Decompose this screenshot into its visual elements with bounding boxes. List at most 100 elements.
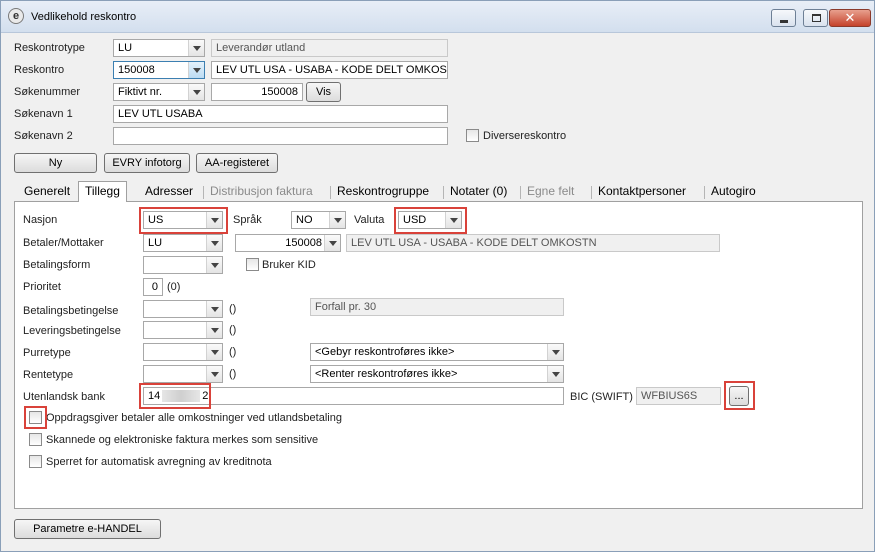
leveringsbetingelse-label: Leveringsbetingelse bbox=[23, 325, 121, 337]
leveringsbetingelse-text: () bbox=[229, 324, 237, 336]
tillegg-panel: Nasjon US Språk NO Valuta USD Betaler/Mo… bbox=[14, 201, 863, 509]
diversereskontro-label: Diversereskontro bbox=[483, 130, 567, 142]
maximize-icon bbox=[812, 14, 821, 22]
chevron-down-icon[interactable] bbox=[188, 40, 204, 56]
purretype-option-select[interactable]: <Gebyr reskontroføres ikke> bbox=[310, 343, 564, 361]
purretype-select[interactable] bbox=[143, 343, 223, 361]
rentetype-select[interactable] bbox=[143, 365, 223, 383]
main-window: e Vedlikehold reskontro ✕ Reskontrotype … bbox=[0, 0, 875, 552]
chevron-down-icon[interactable] bbox=[547, 366, 563, 382]
bic-swift-label: BIC (SWIFT) bbox=[570, 391, 633, 403]
nasjon-label: Nasjon bbox=[23, 214, 58, 226]
ny-button[interactable]: Ny bbox=[14, 153, 97, 173]
prioritet-label: Prioritet bbox=[23, 281, 61, 293]
sprak-select[interactable]: NO bbox=[291, 211, 346, 229]
highlight-box bbox=[24, 406, 47, 429]
betalingsbetingelse-select[interactable] bbox=[143, 300, 223, 318]
sokenavn1-field[interactable]: LEV UTL USABA bbox=[113, 105, 448, 123]
highlight-box bbox=[724, 381, 755, 410]
tab-generelt[interactable]: Generelt bbox=[24, 184, 70, 201]
sprak-label: Språk bbox=[233, 214, 262, 226]
rentetype-option-select[interactable]: <Renter reskontroføres ikke> bbox=[310, 365, 564, 383]
sokenummer-type-value: Fiktivt nr. bbox=[118, 86, 163, 98]
tab-separator bbox=[443, 186, 444, 199]
bruker-kid-checkbox[interactable] bbox=[246, 258, 259, 271]
chevron-down-icon[interactable] bbox=[206, 235, 222, 251]
chevron-down-icon[interactable] bbox=[324, 235, 340, 251]
betalingsform-label: Betalingsform bbox=[23, 259, 91, 271]
reskontrotype-select[interactable]: LU bbox=[113, 39, 205, 57]
chevron-down-icon[interactable] bbox=[206, 257, 222, 273]
betalingsbetingelse-text: () bbox=[229, 303, 237, 315]
sokenavn2-label: Søkenavn 2 bbox=[14, 130, 73, 142]
diversereskontro-checkbox[interactable] bbox=[466, 129, 479, 142]
reskontro-value: 150008 bbox=[118, 64, 155, 76]
maximize-button[interactable] bbox=[803, 9, 828, 27]
highlight-box bbox=[139, 383, 211, 409]
sensitive-faktura-checkbox[interactable] bbox=[29, 433, 42, 446]
purretype-text: () bbox=[229, 346, 237, 358]
reskontrotype-description: Leverandør utland bbox=[211, 39, 448, 57]
aa-registeret-button[interactable]: AA-registeret bbox=[196, 153, 278, 173]
reskontro-name-field[interactable]: LEV UTL USA - USABA - KODE DELT OMKOSTN bbox=[211, 61, 448, 79]
tab-adresser[interactable]: Adresser bbox=[145, 184, 193, 201]
sensitive-faktura-label: Skannede og elektroniske faktura merkes … bbox=[46, 434, 319, 446]
tab-reskontrogruppe[interactable]: Reskontrogruppe bbox=[337, 184, 429, 201]
minimize-icon bbox=[780, 20, 788, 23]
tab-egne-felt[interactable]: Egne felt bbox=[527, 184, 574, 201]
betaler-description: LEV UTL USA - USABA - KODE DELT OMKOSTN bbox=[346, 234, 720, 252]
chevron-down-icon[interactable] bbox=[206, 344, 222, 360]
sperret-avregning-checkbox[interactable] bbox=[29, 455, 42, 468]
chevron-down-icon[interactable] bbox=[206, 322, 222, 338]
sprak-value: NO bbox=[296, 214, 313, 226]
betalingsbetingelse-description: Forfall pr. 30 bbox=[310, 298, 564, 316]
highlight-box bbox=[394, 207, 467, 234]
chevron-down-icon[interactable] bbox=[206, 301, 222, 317]
evry-infotorg-button[interactable]: EVRY infotorg bbox=[104, 153, 190, 173]
purretype-label: Purretype bbox=[23, 347, 71, 359]
window-title: Vedlikehold reskontro bbox=[31, 11, 137, 23]
sokenummer-field[interactable]: 150008 bbox=[211, 83, 303, 101]
sokenavn2-field[interactable] bbox=[113, 127, 448, 145]
reskontro-select[interactable]: 150008 bbox=[113, 61, 205, 79]
close-icon: ✕ bbox=[844, 10, 856, 25]
tab-kontaktpersoner[interactable]: Kontaktpersoner bbox=[598, 184, 686, 201]
chevron-down-icon[interactable] bbox=[188, 84, 204, 100]
chevron-down-icon[interactable] bbox=[329, 212, 345, 228]
rentetype-label: Rentetype bbox=[23, 369, 74, 381]
chevron-down-icon[interactable] bbox=[188, 62, 204, 78]
title-bar[interactable]: e Vedlikehold reskontro ✕ bbox=[1, 1, 874, 33]
tab-tillegg[interactable]: Tillegg bbox=[78, 181, 127, 202]
sokenummer-type-select[interactable]: Fiktivt nr. bbox=[113, 83, 205, 101]
betalingsform-select[interactable] bbox=[143, 256, 223, 274]
reskontro-label: Reskontro bbox=[14, 64, 65, 76]
app-logo-icon: e bbox=[8, 8, 24, 24]
betaler-type-value: LU bbox=[148, 237, 163, 249]
bruker-kid-label: Bruker KID bbox=[262, 259, 316, 271]
chevron-down-icon[interactable] bbox=[206, 366, 222, 382]
highlight-box bbox=[139, 207, 228, 234]
chevron-down-icon[interactable] bbox=[547, 344, 563, 360]
reskontrotype-value: LU bbox=[118, 42, 133, 54]
betaler-type-select[interactable]: LU bbox=[143, 234, 223, 252]
rentetype-option-value: <Renter reskontroføres ikke> bbox=[315, 368, 458, 380]
oppdragsgiver-betaler-label: Oppdragsgiver betaler alle omkostninger … bbox=[46, 412, 342, 424]
tab-separator bbox=[203, 186, 204, 199]
sperret-avregning-label: Sperret for automatisk avregning av kred… bbox=[46, 456, 272, 468]
tab-notater[interactable]: Notater (0) bbox=[450, 184, 507, 201]
betaler-number-select[interactable]: 150008 bbox=[235, 234, 341, 252]
sokenummer-label: Søkenummer bbox=[14, 86, 81, 98]
prioritet-field[interactable]: 0 bbox=[143, 278, 163, 296]
betalingsbetingelse-label: Betalingsbetingelse bbox=[23, 305, 119, 317]
betaler-mottaker-label: Betaler/Mottaker bbox=[23, 237, 104, 249]
parametre-ehandel-button[interactable]: Parametre e-HANDEL bbox=[14, 519, 161, 539]
tab-separator bbox=[591, 186, 592, 199]
tab-separator bbox=[520, 186, 521, 199]
vis-button[interactable]: Vis bbox=[306, 82, 341, 102]
tab-autogiro[interactable]: Autogiro bbox=[711, 184, 756, 201]
minimize-button[interactable] bbox=[771, 9, 796, 27]
purretype-option-value: <Gebyr reskontroføres ikke> bbox=[315, 346, 455, 358]
close-button[interactable]: ✕ bbox=[829, 9, 871, 27]
tab-distribusjon-faktura[interactable]: Distribusjon faktura bbox=[210, 184, 313, 201]
leveringsbetingelse-select[interactable] bbox=[143, 321, 223, 339]
